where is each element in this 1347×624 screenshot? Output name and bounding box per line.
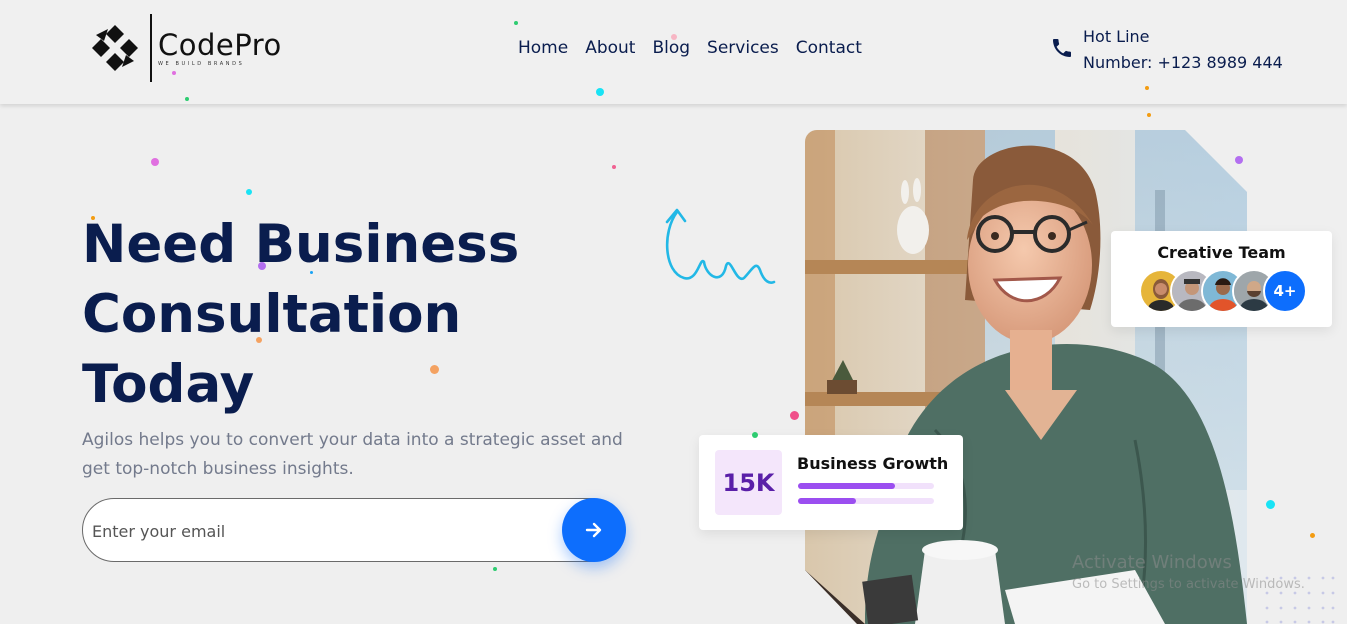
nav-contact[interactable]: Contact: [796, 38, 862, 58]
hero-title: Need Business Consultation Today: [82, 210, 642, 420]
main-nav: Home About Blog Services Contact: [518, 38, 862, 58]
decor-dot: [1266, 500, 1275, 509]
decor-dot: [790, 411, 799, 420]
arrow-right-icon: [585, 522, 602, 538]
decor-dot: [185, 97, 189, 101]
nav-home[interactable]: Home: [518, 38, 568, 58]
nav-blog[interactable]: Blog: [652, 38, 690, 58]
decor-dot: [1145, 86, 1149, 90]
brand-tagline: WE BUILD BRANDS: [158, 60, 245, 67]
squiggle-arrow-icon: [665, 208, 776, 284]
decor-dot: [514, 21, 518, 25]
hotline[interactable]: Hot Line Number: +123 8989 444: [1050, 24, 1283, 76]
decor-dot: [151, 158, 159, 166]
email-form: [82, 498, 622, 562]
consultant-photo-image: [805, 130, 1247, 624]
decor-dot: [493, 567, 497, 571]
progress-bar-fill: [798, 483, 895, 489]
hero-title-line: Need Business: [82, 214, 520, 275]
logo-divider: [150, 14, 152, 82]
hero-subtitle: Agilos helps you to convert your data in…: [82, 430, 623, 479]
more-members-badge[interactable]: 4+: [1263, 269, 1307, 313]
progress-bar: [798, 483, 934, 489]
hero-title-line: Consultation: [82, 284, 462, 345]
progress-bar: [798, 498, 934, 504]
email-input[interactable]: [92, 519, 532, 543]
decor-dot: [246, 189, 252, 195]
hero-title-line: Today: [82, 354, 255, 415]
decor-dot: [1235, 156, 1243, 164]
submit-button[interactable]: [562, 498, 626, 562]
phone-icon: [1053, 39, 1071, 57]
business-growth-card: 15K Business Growth: [699, 435, 963, 530]
decor-dot: [172, 71, 176, 75]
decor-dot: [1310, 533, 1315, 538]
decor-dot: [671, 34, 677, 40]
decor-dot: [612, 165, 616, 169]
card-title: Creative Team: [1157, 243, 1286, 262]
brand-logo[interactable]: CodePro WE BUILD BRANDS: [88, 14, 282, 82]
growth-title: Business Growth: [797, 454, 949, 473]
creative-team-card: Creative Team 4+: [1111, 231, 1332, 327]
windows-watermark-subtitle: Go to Settings to activate Windows.: [1072, 577, 1305, 592]
hotline-label: Hot Line: [1083, 27, 1150, 46]
logo-icon: [92, 25, 138, 71]
avatar-group: 4+: [1139, 269, 1307, 313]
decor-dot: [1147, 113, 1151, 117]
decor-dot: [752, 432, 758, 438]
decor-dot: [596, 88, 604, 96]
hero-photo: [805, 130, 1247, 624]
brand-name: CodePro: [158, 27, 282, 62]
nav-about[interactable]: About: [585, 38, 635, 58]
nav-services[interactable]: Services: [707, 38, 779, 58]
progress-bar-fill: [798, 498, 857, 504]
windows-watermark-title: Activate Windows: [1072, 552, 1232, 573]
growth-number: 15K: [715, 450, 782, 515]
hotline-number: Number: +123 8989 444: [1083, 53, 1283, 72]
